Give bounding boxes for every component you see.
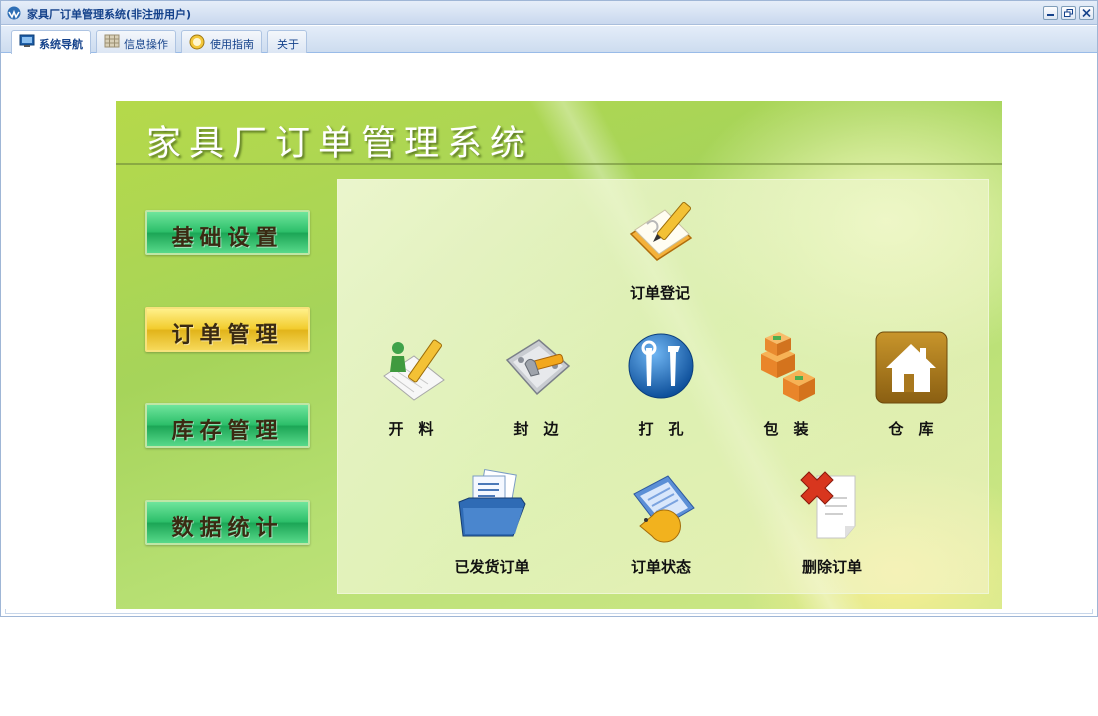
function-label: 订单登记 [629, 284, 690, 302]
shipped-orders-button[interactable]: 已发货订单 [437, 468, 547, 578]
nav-button-label: 库存管理 [171, 418, 284, 444]
function-label: 仓 库 [888, 420, 934, 438]
main-panel: 家具厂订单管理系统 基础设置 订单管理 库存管理 数据统计 订单登记 开 料 封… [116, 101, 1002, 609]
tab-label: 信息操作 [124, 38, 168, 51]
nav-data-statistics-button[interactable]: 数据统计 [145, 500, 310, 545]
restore-icon [1064, 9, 1073, 17]
tab-about[interactable]: 关于 [267, 30, 307, 53]
function-label: 封 边 [513, 420, 559, 438]
tool-box-icon [505, 339, 571, 396]
chart-document-icon [633, 475, 695, 543]
nav-inventory-management-button[interactable]: 库存管理 [145, 403, 310, 448]
tab-bar: 系统导航 信息操作 使用指南 关于 [1, 26, 1097, 54]
function-label: 订单状态 [630, 558, 691, 576]
drilling-button[interactable]: 打 孔 [606, 330, 716, 440]
delete-document-icon [800, 471, 856, 539]
order-status-button[interactable]: 订单状态 [606, 468, 716, 578]
minimize-button[interactable] [1043, 6, 1058, 20]
function-area: 订单登记 开 料 封 边 打 孔 包 装 仓 库 已发货订单 订单状态 删除订单 [337, 179, 989, 594]
function-label: 删除订单 [801, 558, 862, 576]
document-pencil-icon [383, 339, 445, 401]
cutting-button[interactable]: 开 料 [356, 330, 466, 440]
edging-button[interactable]: 封 边 [481, 330, 591, 440]
grid-icon [104, 34, 120, 48]
tab-label: 系统导航 [39, 38, 83, 51]
tab-user-guide[interactable]: 使用指南 [181, 30, 262, 53]
function-label: 打 孔 [638, 420, 684, 438]
delete-order-button[interactable]: 删除订单 [777, 468, 887, 578]
tab-label: 关于 [277, 38, 299, 51]
nav-button-label: 数据统计 [171, 515, 284, 541]
title-bar: 家具厂订单管理系统(非注册用户) [1, 1, 1097, 25]
monitor-icon [19, 34, 35, 47]
boxes-icon [761, 332, 815, 402]
panel-title: 家具厂订单管理系统 [146, 124, 534, 164]
folder-documents-icon [458, 468, 526, 537]
packing-button[interactable]: 包 装 [731, 330, 841, 440]
close-icon [1082, 9, 1091, 17]
tools-globe-icon [628, 333, 694, 399]
nav-button-label: 订单管理 [171, 322, 284, 348]
close-button[interactable] [1079, 6, 1094, 20]
function-label: 开 料 [388, 420, 434, 438]
app-logo-icon [7, 6, 21, 20]
nav-button-label: 基础设置 [171, 225, 284, 251]
warehouse-button[interactable]: 仓 库 [856, 330, 966, 440]
tab-system-nav[interactable]: 系统导航 [11, 30, 91, 54]
main-window: 家具厂订单管理系统(非注册用户) 系统导航 信息操作 使用指南 关于 家具厂订单… [0, 0, 1098, 617]
notebook-pencil-icon [629, 202, 693, 261]
tab-info-ops[interactable]: 信息操作 [96, 30, 176, 53]
minimize-icon [1047, 14, 1054, 16]
house-icon [875, 331, 948, 404]
tab-label: 使用指南 [210, 38, 254, 51]
help-icon [189, 34, 205, 50]
nav-order-management-button[interactable]: 订单管理 [145, 307, 310, 352]
content-border [5, 609, 1093, 614]
order-register-button[interactable]: 订单登记 [605, 194, 715, 304]
restore-button[interactable] [1061, 6, 1076, 20]
window-title: 家具厂订单管理系统(非注册用户) [27, 8, 192, 21]
function-label: 包 装 [763, 420, 809, 438]
function-label: 已发货订单 [454, 558, 530, 576]
nav-basic-settings-button[interactable]: 基础设置 [145, 210, 310, 255]
